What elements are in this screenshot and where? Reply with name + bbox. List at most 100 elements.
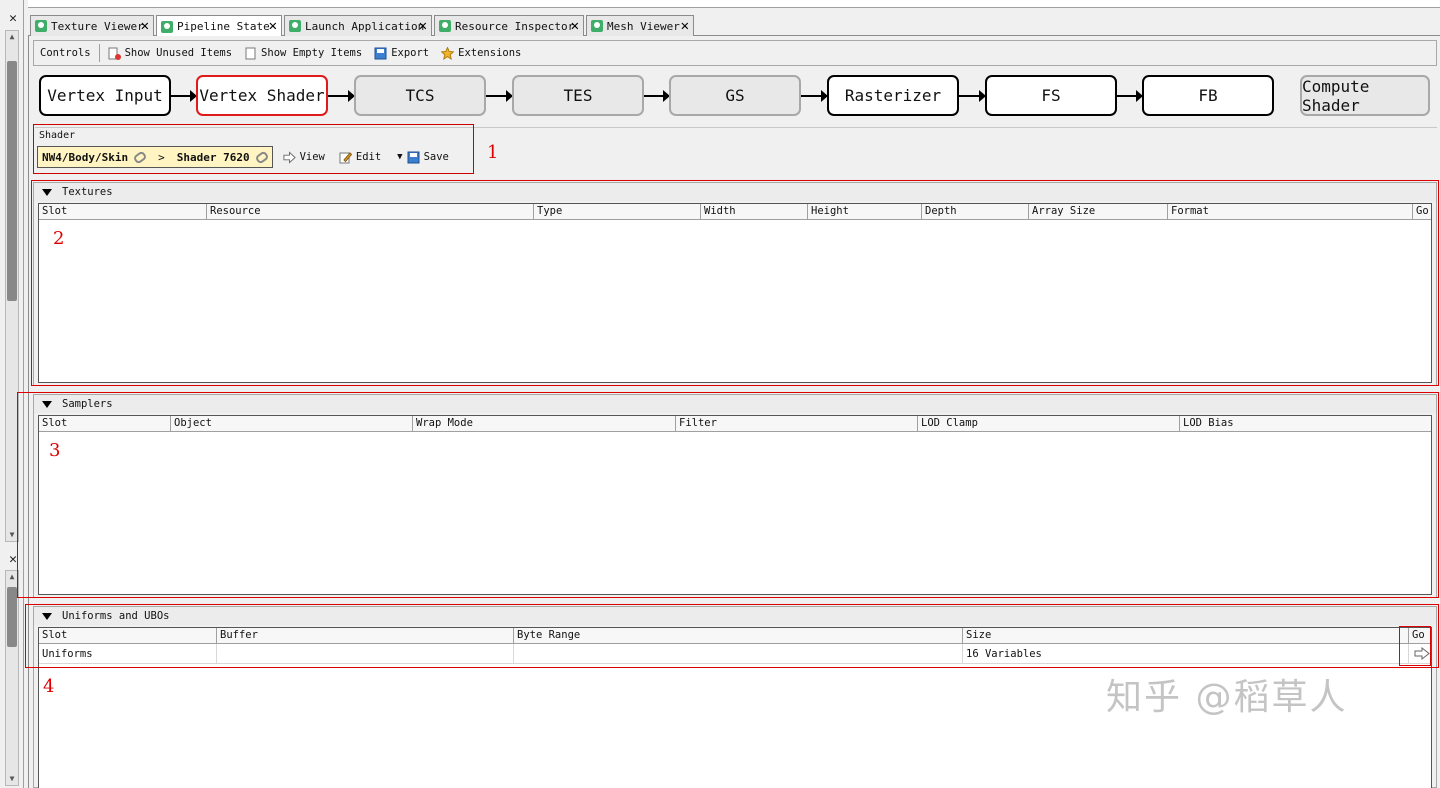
column-header[interactable]: Format bbox=[1168, 204, 1413, 219]
annotation-number: 2 bbox=[53, 228, 65, 249]
save-disk-icon bbox=[374, 47, 387, 59]
close-icon[interactable]: ✕ bbox=[681, 18, 689, 34]
scroll-up-icon[interactable]: ▲ bbox=[7, 572, 17, 582]
stage-rasterizer[interactable]: Rasterizer bbox=[827, 75, 959, 116]
edit-label: Edit bbox=[355, 151, 382, 163]
uniforms-title: Uniforms and UBOs bbox=[62, 610, 170, 622]
tab-resource-inspector[interactable]: Resource Inspector ✕ bbox=[434, 15, 584, 36]
shader-path-shader[interactable]: Shader 7620 bbox=[177, 151, 250, 164]
left-dock-strip: ✕ ▲ ▼ ✕ ▲ ▼ bbox=[0, 0, 24, 788]
close-icon[interactable]: ✕ bbox=[571, 18, 579, 34]
save-disk-icon bbox=[407, 151, 420, 163]
column-header[interactable]: Width bbox=[701, 204, 808, 219]
flow-arrow bbox=[486, 90, 513, 102]
show-empty-label: Show Empty Items bbox=[261, 47, 363, 59]
stage-tes[interactable]: TES bbox=[512, 75, 644, 116]
shader-row: NW4/Body/Skin > Shader 7620 View Edit ▼ bbox=[37, 146, 453, 168]
tab-window-icon bbox=[35, 20, 47, 32]
column-header[interactable]: Height bbox=[808, 204, 922, 219]
tab-texture-viewer[interactable]: Texture Viewer ✕ bbox=[30, 15, 154, 36]
stage-vertex-shader[interactable]: Vertex Shader bbox=[196, 75, 328, 116]
column-header[interactable]: Go bbox=[1409, 628, 1431, 643]
show-unused-items-toggle[interactable]: Show Unused Items bbox=[102, 42, 238, 64]
stage-vertex-input[interactable]: Vertex Input bbox=[39, 75, 171, 116]
column-header[interactable]: Resource bbox=[207, 204, 534, 219]
column-header[interactable]: Go bbox=[1413, 204, 1431, 219]
link-icon bbox=[254, 149, 270, 165]
tab-label: Pipeline State bbox=[177, 20, 270, 33]
save-shader-button[interactable]: ▼ Save bbox=[393, 146, 453, 168]
scroll-down-icon[interactable]: ▼ bbox=[7, 774, 17, 784]
extensions-label: Extensions bbox=[458, 47, 522, 59]
cell-buffer bbox=[217, 644, 514, 663]
edit-pencil-icon bbox=[339, 151, 352, 163]
flow-arrow bbox=[959, 90, 986, 102]
view-shader-button[interactable]: View bbox=[279, 146, 329, 168]
table-row[interactable]: Uniforms 16 Variables bbox=[39, 644, 1431, 664]
scroll-down-icon[interactable]: ▼ bbox=[7, 530, 17, 540]
samplers-header[interactable]: Samplers bbox=[34, 395, 1436, 413]
column-header[interactable]: Slot bbox=[39, 204, 207, 219]
export-button[interactable]: Export bbox=[368, 42, 435, 64]
collapse-triangle-icon[interactable] bbox=[42, 188, 52, 196]
shader-path-object[interactable]: NW4/Body/Skin bbox=[42, 151, 128, 164]
tab-mesh-viewer[interactable]: Mesh Viewer ✕ bbox=[586, 15, 694, 36]
column-header[interactable]: Object bbox=[171, 416, 413, 431]
edit-shader-button[interactable]: Edit bbox=[335, 146, 385, 168]
column-header[interactable]: Slot bbox=[39, 628, 217, 643]
cell-size: 16 Variables bbox=[963, 644, 1409, 663]
shader-path-breadcrumb[interactable]: NW4/Body/Skin > Shader 7620 bbox=[37, 146, 273, 168]
page-remove-icon bbox=[108, 47, 121, 60]
dropdown-arrow-icon[interactable]: ▼ bbox=[397, 152, 402, 162]
shader-group: Shader NW4/Body/Skin > Shader 7620 View … bbox=[35, 127, 1437, 173]
close-icon[interactable]: ✕ bbox=[269, 18, 277, 34]
stage-fs[interactable]: FS bbox=[985, 75, 1117, 116]
column-header[interactable]: Slot bbox=[39, 416, 171, 431]
close-icon[interactable]: ✕ bbox=[419, 18, 427, 34]
stage-tcs[interactable]: TCS bbox=[354, 75, 486, 116]
uniforms-header[interactable]: Uniforms and UBOs bbox=[34, 607, 1436, 625]
textures-group: Textures Slot Resource Type Width Height… bbox=[33, 182, 1437, 386]
flow-arrow bbox=[171, 90, 197, 102]
textures-header[interactable]: Textures bbox=[34, 183, 1436, 201]
column-header[interactable]: Byte Range bbox=[514, 628, 963, 643]
tab-pipeline-state[interactable]: Pipeline State ✕ bbox=[156, 15, 282, 37]
samplers-table: Slot Object Wrap Mode Filter LOD Clamp L… bbox=[38, 415, 1432, 595]
close-icon[interactable]: ✕ bbox=[6, 12, 20, 26]
column-header[interactable]: Type bbox=[534, 204, 701, 219]
column-header[interactable]: Buffer bbox=[217, 628, 514, 643]
left-scrollbar[interactable]: ▲ ▼ bbox=[5, 30, 19, 542]
flow-arrow bbox=[801, 90, 828, 102]
close-icon[interactable]: ✕ bbox=[6, 553, 20, 567]
close-icon[interactable]: ✕ bbox=[141, 18, 149, 34]
tab-window-icon bbox=[289, 20, 301, 32]
column-header[interactable]: Depth bbox=[922, 204, 1029, 219]
extensions-button[interactable]: Extensions bbox=[435, 42, 527, 64]
left-scrollbar-lower[interactable]: ▲ ▼ bbox=[5, 570, 19, 786]
tab-launch-application[interactable]: Launch Application ✕ bbox=[284, 15, 432, 36]
stage-compute-shader[interactable]: Compute Shader bbox=[1300, 75, 1430, 116]
watermark: 知乎 @稻草人 bbox=[1106, 677, 1348, 718]
show-empty-items-toggle[interactable]: Show Empty Items bbox=[238, 42, 368, 64]
export-label: Export bbox=[391, 47, 430, 59]
scroll-up-icon[interactable]: ▲ bbox=[7, 32, 17, 42]
column-header[interactable]: Wrap Mode bbox=[413, 416, 676, 431]
link-icon bbox=[132, 149, 148, 165]
page-icon bbox=[245, 47, 256, 59]
column-header[interactable]: Size bbox=[963, 628, 1409, 643]
stage-fb[interactable]: FB bbox=[1142, 75, 1274, 116]
column-header[interactable]: LOD Clamp bbox=[918, 416, 1180, 431]
scroll-thumb[interactable] bbox=[7, 587, 17, 647]
collapse-triangle-icon[interactable] bbox=[42, 612, 52, 620]
collapse-triangle-icon[interactable] bbox=[42, 400, 52, 408]
renderdoc-window: ✕ ▲ ▼ ✕ ▲ ▼ Texture Viewer ✕ Pipeline St… bbox=[0, 0, 1440, 788]
column-header[interactable]: Filter bbox=[676, 416, 918, 431]
stage-gs[interactable]: GS bbox=[669, 75, 801, 116]
go-button[interactable] bbox=[1409, 644, 1431, 663]
scroll-thumb[interactable] bbox=[7, 61, 17, 301]
tab-label: Texture Viewer bbox=[51, 19, 144, 33]
column-header[interactable]: LOD Bias bbox=[1180, 416, 1431, 431]
column-header[interactable]: Array Size bbox=[1029, 204, 1168, 219]
samplers-group: Samplers Slot Object Wrap Mode Filter LO… bbox=[33, 394, 1437, 598]
flow-arrow bbox=[644, 90, 670, 102]
